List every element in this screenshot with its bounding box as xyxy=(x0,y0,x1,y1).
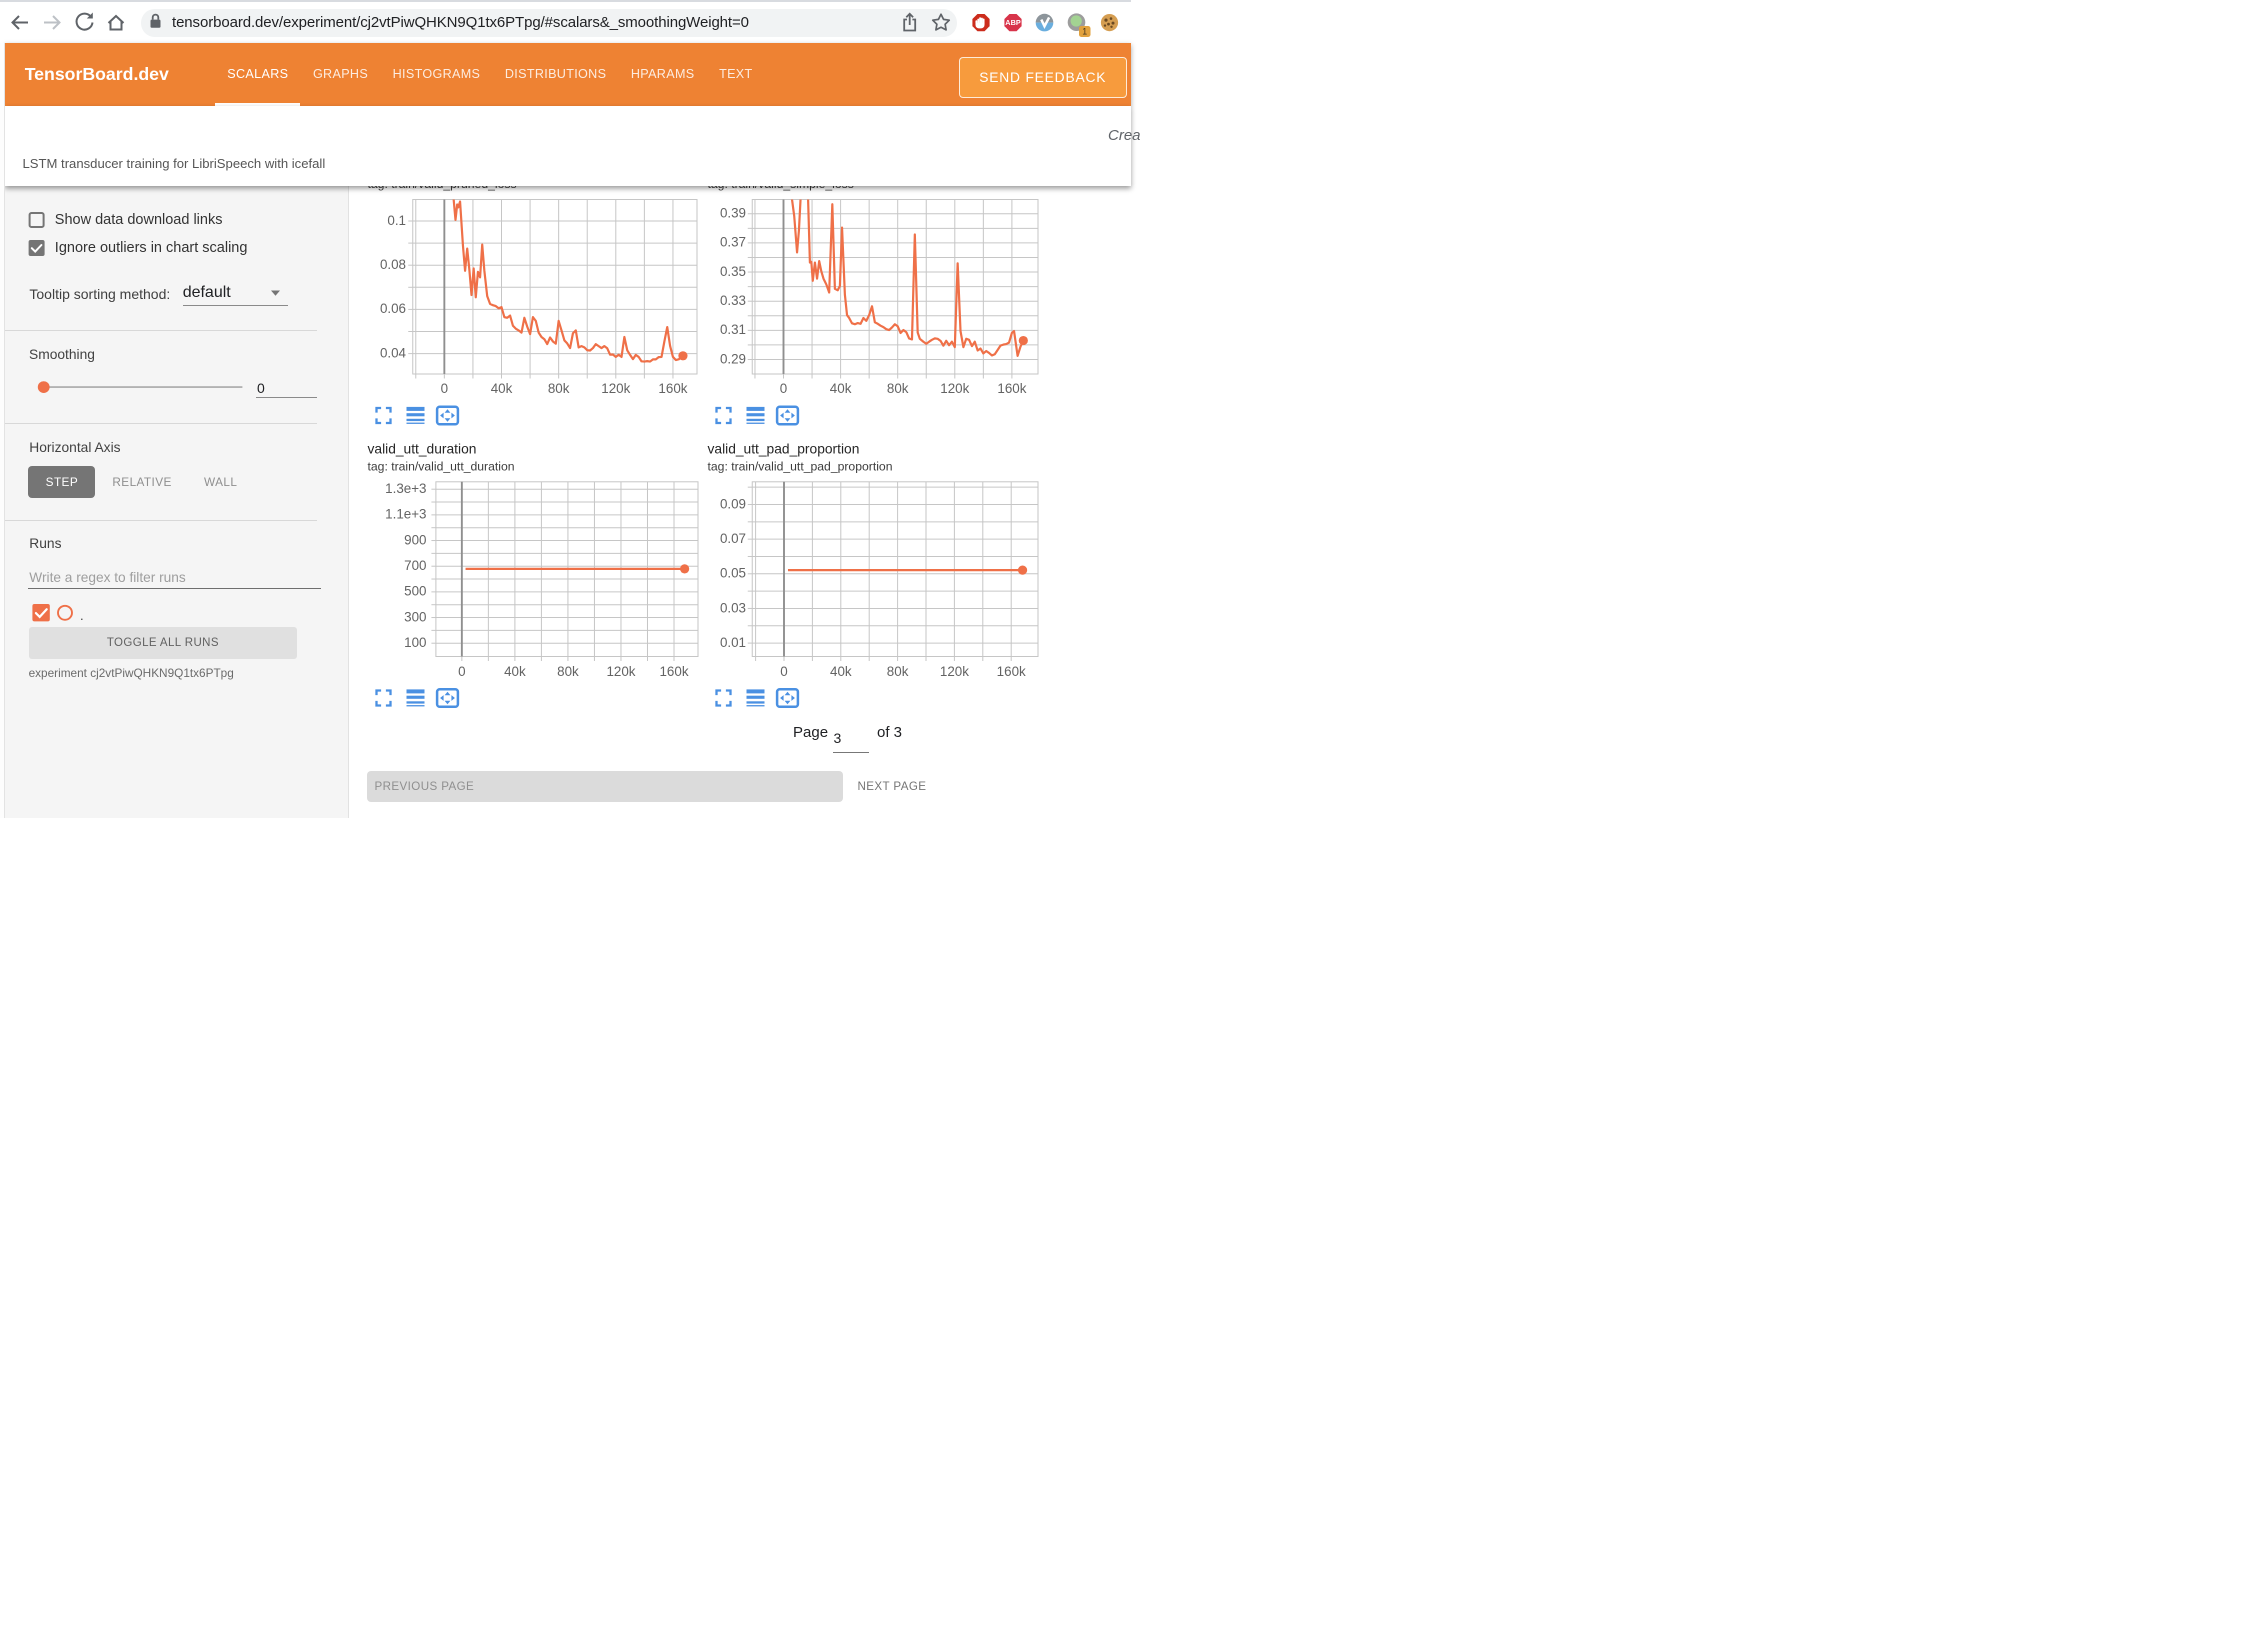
svg-text:120k: 120k xyxy=(940,664,969,679)
svg-text:0.08: 0.08 xyxy=(380,257,406,272)
svg-text:0: 0 xyxy=(441,381,448,396)
svg-text:80k: 80k xyxy=(887,664,909,679)
svg-text:160k: 160k xyxy=(997,664,1026,679)
svg-text:0.07: 0.07 xyxy=(720,531,746,546)
svg-text:1.1e+3: 1.1e+3 xyxy=(385,507,426,522)
svg-text:120k: 120k xyxy=(940,381,969,396)
svg-text:300: 300 xyxy=(404,609,426,624)
svg-text:120k: 120k xyxy=(606,664,635,679)
svg-text:900: 900 xyxy=(404,532,426,547)
svg-text:40k: 40k xyxy=(491,381,513,396)
svg-text:0.35: 0.35 xyxy=(720,264,746,279)
svg-text:40k: 40k xyxy=(504,664,526,679)
svg-text:0.01: 0.01 xyxy=(720,635,746,650)
svg-text:0.31: 0.31 xyxy=(720,322,746,337)
svg-text:80k: 80k xyxy=(557,664,579,679)
svg-text:0.09: 0.09 xyxy=(720,496,746,511)
svg-text:500: 500 xyxy=(404,584,426,599)
svg-text:tag: train/valid_utt_duration: tag: train/valid_utt_duration xyxy=(368,460,515,474)
svg-text:0.39: 0.39 xyxy=(720,206,746,221)
svg-text:120k: 120k xyxy=(601,381,630,396)
svg-text:valid_utt_duration: valid_utt_duration xyxy=(368,442,477,457)
svg-text:100: 100 xyxy=(404,635,426,650)
svg-text:ABP: ABP xyxy=(1005,18,1021,27)
svg-text:0.29: 0.29 xyxy=(720,351,746,366)
svg-text:0.37: 0.37 xyxy=(720,235,746,250)
svg-text:tag: train/valid_utt_pad_propo: tag: train/valid_utt_pad_proportion xyxy=(708,460,893,474)
svg-text:0: 0 xyxy=(458,664,465,679)
svg-text:0.04: 0.04 xyxy=(380,345,407,360)
svg-text:0.1: 0.1 xyxy=(387,213,406,228)
svg-text:0: 0 xyxy=(780,381,787,396)
svg-text:0.03: 0.03 xyxy=(720,600,746,615)
svg-text:0: 0 xyxy=(780,664,787,679)
svg-text:0.33: 0.33 xyxy=(720,293,746,308)
svg-text:160k: 160k xyxy=(659,664,688,679)
svg-text:80k: 80k xyxy=(548,381,570,396)
svg-text:0.05: 0.05 xyxy=(720,566,746,581)
svg-text:160k: 160k xyxy=(658,381,687,396)
svg-text:0.06: 0.06 xyxy=(380,301,406,316)
svg-text:40k: 40k xyxy=(830,381,852,396)
svg-text:160k: 160k xyxy=(997,381,1026,396)
svg-text:700: 700 xyxy=(404,558,426,573)
svg-text:40k: 40k xyxy=(830,664,852,679)
svg-text:80k: 80k xyxy=(887,381,909,396)
svg-text:1: 1 xyxy=(1082,26,1087,36)
svg-text:1.3e+3: 1.3e+3 xyxy=(385,481,426,496)
svg-text:valid_utt_pad_proportion: valid_utt_pad_proportion xyxy=(708,442,860,457)
